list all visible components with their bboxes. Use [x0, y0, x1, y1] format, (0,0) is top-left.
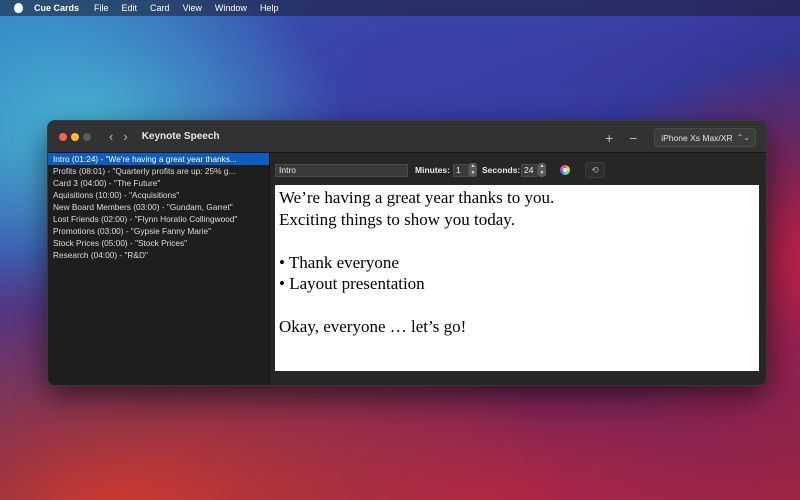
minutes-label: Minutes: [415, 165, 450, 175]
card-text-line: • Layout presentation [279, 274, 425, 293]
card-list-item[interactable]: Stock Prices (05:00) - "Stock Prices" [48, 237, 269, 249]
device-selector-label: iPhone Xs Max/XR [661, 132, 733, 143]
menu-edit[interactable]: Edit [122, 3, 138, 13]
seconds-field[interactable]: 24 [521, 164, 538, 177]
remove-card-icon[interactable]: − [624, 130, 642, 146]
app-window: ‹ › Keynote Speech + − iPhone Xs Max/XR … [47, 120, 767, 386]
window-controls [59, 132, 95, 141]
card-text-line [279, 230, 755, 252]
window-title: Keynote Speech [141, 131, 220, 142]
seconds-stepper[interactable]: ▲ ▼ [538, 163, 546, 177]
seconds-label: Seconds: [482, 165, 521, 175]
title-bar: ‹ › Keynote Speech + − iPhone Xs Max/XR … [48, 121, 766, 153]
menu-view[interactable]: View [183, 3, 202, 13]
card-text-line: Okay, everyone … let’s go! [279, 317, 467, 336]
menu-bar: Cue Cards File Edit Card View Window Hel… [0, 0, 800, 16]
zoom-button[interactable] [83, 132, 91, 141]
color-picker-icon[interactable] [560, 165, 570, 175]
card-list-item[interactable]: Card 3 (04:00) - "The Future" [48, 177, 269, 189]
menu-window[interactable]: Window [215, 3, 247, 13]
card-text-area[interactable]: We’re having a great year thanks to you.… [275, 185, 759, 371]
updown-chevron-icon: ⌃⌄ [736, 133, 750, 142]
card-list-item[interactable]: New Board Members (03:00) - "Gundam, Gar… [48, 201, 269, 213]
add-card-icon[interactable]: + [600, 130, 618, 146]
device-selector[interactable]: iPhone Xs Max/XR ⌃⌄ [654, 128, 756, 147]
card-editor: Intro Minutes: 1 ▲ ▼ Seconds: 24 ▲ ▼ ⟲ We’… [270, 153, 766, 385]
menu-card[interactable]: Card [150, 3, 170, 13]
app-menu[interactable]: Cue Cards [34, 3, 79, 13]
forward-chevron-icon[interactable]: › [123, 129, 127, 144]
card-list-item[interactable]: Lost Friends (02:00) - "Flynn Horatio Co… [48, 213, 269, 225]
rotate-icon[interactable]: ⟲ [585, 162, 605, 178]
back-chevron-icon[interactable]: ‹ [109, 129, 113, 144]
card-list-item[interactable]: Research (04:00) - "R&D" [48, 249, 269, 261]
card-text-line: We’re having a great year thanks to you. [279, 188, 555, 207]
menu-help[interactable]: Help [260, 3, 279, 13]
minutes-stepper[interactable]: ▲ ▼ [469, 163, 477, 177]
card-list-item[interactable]: Aquisitions (10:00) - "Acquisitions" [48, 189, 269, 201]
card-text-line [279, 295, 755, 317]
minimize-button[interactable] [71, 132, 79, 141]
menu-file[interactable]: File [94, 3, 109, 13]
card-list-item[interactable]: Intro (01:24) - "We're having a great ye… [48, 153, 269, 165]
card-list-item[interactable]: Promotions (03:00) - "Gypsie Fanny Marie… [48, 225, 269, 237]
card-text-line: Exciting things to show you today. [279, 209, 515, 229]
card-list-item[interactable]: Profits (08:01) - "Quarterly profits are… [48, 165, 269, 177]
apple-menu-icon[interactable] [12, 3, 24, 14]
card-name-input[interactable]: Intro [275, 164, 408, 177]
minutes-field[interactable]: 1 [453, 164, 469, 177]
card-list: Intro (01:24) - "We're having a great ye… [48, 153, 270, 385]
editor-toolbar: Intro Minutes: 1 ▲ ▼ Seconds: 24 ▲ ▼ ⟲ [270, 153, 766, 183]
card-text-line: • Thank everyone [279, 252, 399, 272]
close-button[interactable] [59, 132, 67, 141]
